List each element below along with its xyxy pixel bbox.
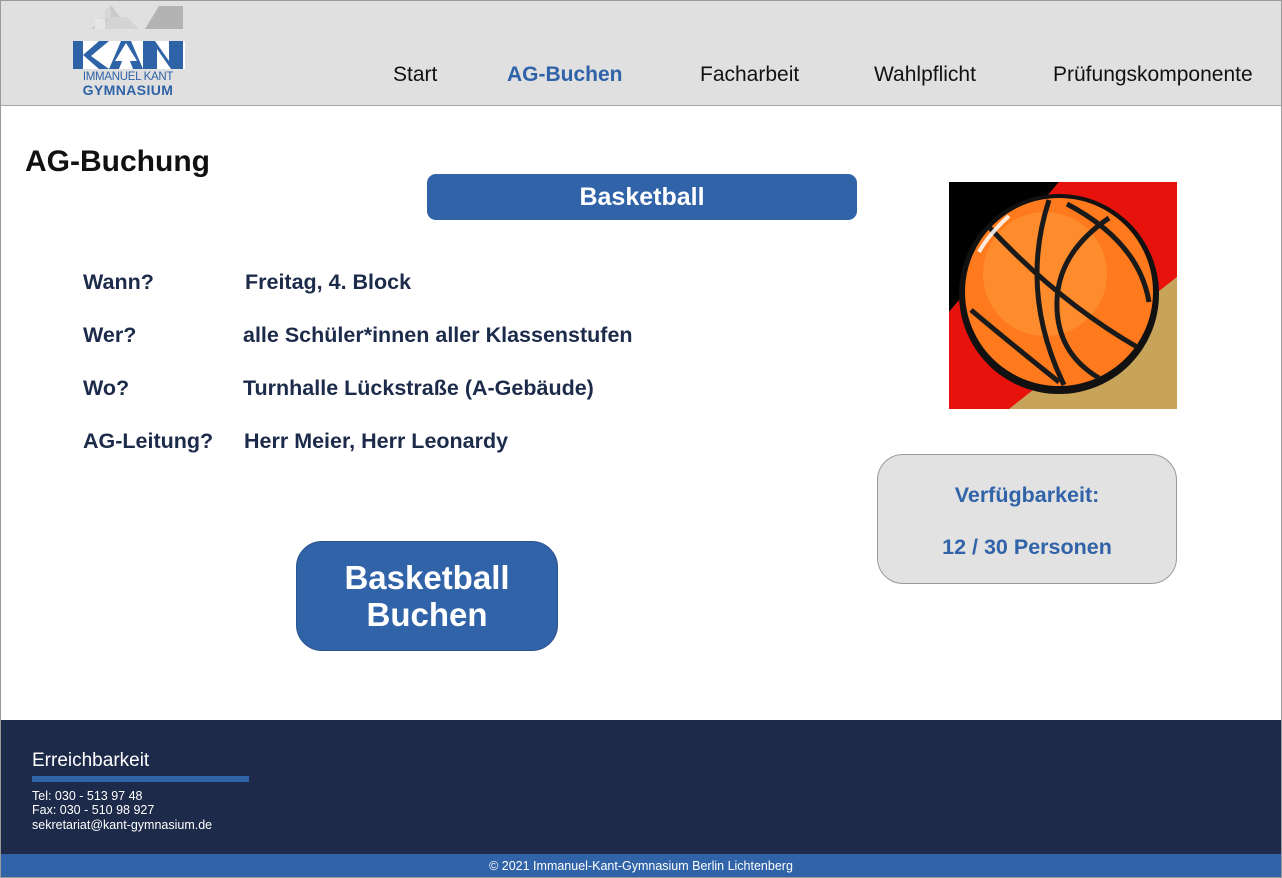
detail-value-lead: Herr Meier, Herr Leonardy	[244, 429, 509, 453]
footer-title: Erreichbarkeit	[32, 750, 150, 771]
nav-item-start[interactable]: Start	[393, 63, 437, 87]
site-header: IMMANUEL KANT GYMNASIUM Start AG-Buchen …	[1, 1, 1281, 106]
detail-label-when: Wann?	[83, 270, 154, 294]
footer-fax: Fax: 030 - 510 98 927	[32, 803, 155, 817]
nav-item-facharbeit[interactable]: Facharbeit	[700, 63, 799, 87]
detail-value-who: alle Schüler*innen aller Klassenstufen	[243, 323, 633, 347]
school-logo[interactable]: IMMANUEL KANT GYMNASIUM	[71, 3, 185, 99]
book-ag-button[interactable]: Basketball Buchen	[296, 541, 558, 651]
nav-item-ag-buchen[interactable]: AG-Buchen	[507, 63, 623, 87]
logo-text-line2: GYMNASIUM	[82, 82, 174, 98]
ag-name-banner: Basketball	[427, 174, 857, 220]
footer-phone: Tel: 030 - 513 97 48	[32, 789, 143, 803]
availability-value: 12 / 30 Personen	[942, 535, 1112, 559]
school-building-icon	[73, 5, 185, 69]
book-button-line2: Buchen	[366, 596, 488, 633]
availability-label: Verfügbarkeit:	[954, 483, 1100, 507]
basketball-image	[949, 182, 1177, 409]
nav-item-wahlpflicht[interactable]: Wahlpflicht	[874, 63, 976, 87]
detail-label-lead: AG-Leitung?	[83, 429, 214, 453]
page-title: AG-Buchung	[25, 145, 210, 178]
nav-item-pruefungskomponente[interactable]: Prüfungskomponente	[1053, 63, 1253, 87]
detail-label-who: Wer?	[83, 323, 137, 347]
footer-copyright: © 2021 Immanuel-Kant-Gymnasium Berlin Li…	[1, 854, 1281, 877]
site-footer: Erreichbarkeit Tel: 030 - 513 97 48 Fax:…	[1, 720, 1281, 854]
book-button-line1: Basketball	[344, 559, 510, 596]
detail-value-when: Freitag, 4. Block	[245, 270, 412, 294]
basketball-icon	[949, 182, 1177, 409]
footer-email-link[interactable]: sekretariat@kant-gymnasium.de	[32, 818, 212, 832]
footer-divider	[32, 776, 249, 782]
page-frame: IMMANUEL KANT GYMNASIUM Start AG-Buchen …	[0, 0, 1282, 878]
detail-label-where: Wo?	[83, 376, 130, 400]
availability-box: Verfügbarkeit: 12 / 30 Personen	[877, 454, 1177, 584]
detail-value-where: Turnhalle Lückstraße (A-Gebäude)	[243, 376, 594, 400]
